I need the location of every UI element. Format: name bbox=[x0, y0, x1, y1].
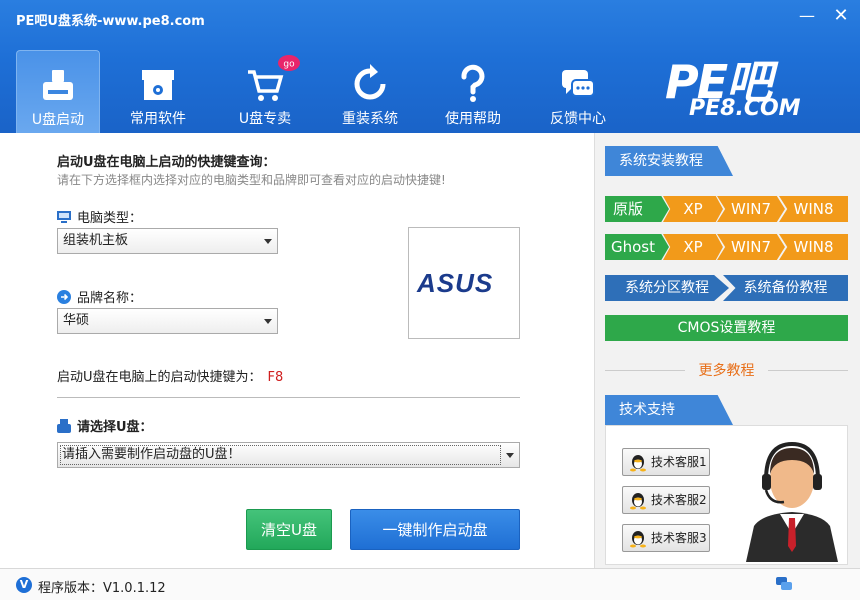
brand-logo-box: ASUS bbox=[408, 227, 520, 339]
tutorial-panel: 系统安装教程 原版 XP WIN7 WIN8 Ghost XP WIN7 WIN… bbox=[594, 133, 860, 568]
ghost-win7-button[interactable]: WIN7 bbox=[717, 234, 785, 260]
hotkey-query-subtitle: 请在下方选择框内选择对应的电脑类型和品牌即可查看对应的启动快捷键! bbox=[57, 173, 446, 187]
qq-penguin-icon bbox=[630, 531, 646, 548]
udisk-label: 请选择U盘： bbox=[57, 416, 153, 435]
original-win7-button[interactable]: WIN7 bbox=[717, 196, 785, 222]
nav-help[interactable]: 使用帮助 bbox=[431, 50, 515, 133]
hotkey-query-title: 启动U盘在电脑上启动的快捷键查询： bbox=[57, 155, 276, 170]
udisk-label-text: 请选择U盘： bbox=[77, 420, 153, 435]
usb-drive-icon bbox=[57, 418, 71, 433]
qq-penguin-icon bbox=[630, 493, 646, 510]
divider bbox=[57, 397, 520, 398]
brand-label-text: 品牌名称： bbox=[77, 291, 143, 306]
chevron-down-icon bbox=[506, 453, 514, 458]
cmos-tutorial-button[interactable]: CMOS设置教程 bbox=[605, 315, 848, 341]
ghost-xp-button[interactable]: XP bbox=[663, 234, 723, 260]
logo-url-text: PE8.COM bbox=[689, 96, 801, 121]
pc-type-label-text: 电脑类型： bbox=[77, 211, 143, 226]
clear-usb-button[interactable]: 清空U盘 bbox=[246, 509, 332, 550]
pc-type-value: 组装机主板 bbox=[63, 233, 129, 248]
original-label: 原版 bbox=[605, 196, 669, 222]
monitor-icon bbox=[57, 210, 71, 223]
qq-support-1-label: 技术客服1 bbox=[651, 455, 707, 469]
make-boot-disk-button[interactable]: 一键制作启动盘 bbox=[350, 509, 520, 550]
nav-label: U盘启动 bbox=[31, 112, 85, 128]
nav-label: 重装系统 bbox=[342, 111, 398, 127]
go-badge-icon: go bbox=[278, 55, 300, 71]
qq-support-2-label: 技术客服2 bbox=[651, 493, 707, 507]
chevron-down-icon bbox=[264, 239, 272, 244]
usb-drive-icon bbox=[43, 70, 73, 100]
arrow-circle-icon bbox=[57, 289, 71, 304]
go-badge-text: go bbox=[283, 60, 295, 70]
pc-type-select[interactable]: 组装机主板 bbox=[57, 228, 278, 254]
chat-icon[interactable] bbox=[776, 577, 792, 591]
hotkey-value: F8 bbox=[267, 370, 284, 385]
close-button[interactable]: ✕ bbox=[830, 6, 852, 26]
partition-tutorial-button[interactable]: 系统分区教程 bbox=[605, 275, 729, 301]
chevron-down-icon bbox=[264, 319, 272, 324]
original-win8-button[interactable]: WIN8 bbox=[779, 196, 848, 222]
customer-service-agent-icon bbox=[746, 441, 838, 562]
hotkey-result-label: 启动U盘在电脑上的启动快捷键为： bbox=[57, 370, 262, 385]
header-bar: PE吧U盘系统-www.pe8.com — ✕ U盘启动 常用软件 go U盘专… bbox=[0, 0, 860, 133]
udisk-select[interactable]: 请插入需要制作启动盘的U盘！ bbox=[57, 442, 520, 468]
udisk-select-focus bbox=[60, 445, 501, 465]
brand-select[interactable]: 华硕 bbox=[57, 308, 278, 334]
pe8-logo: PE吧 PE8.COM bbox=[665, 46, 840, 128]
qq-support-3-button[interactable]: 技术客服3 bbox=[622, 524, 710, 552]
qq-support-3-label: 技术客服3 bbox=[651, 531, 707, 545]
nav-feedback[interactable]: 反馈中心 bbox=[536, 50, 620, 133]
boot-panel: 启动U盘在电脑上启动的快捷键查询： 请在下方选择框内选择对应的电脑类型和品牌即可… bbox=[0, 133, 594, 568]
support-box: 技术客服1 技术客服2 技术客服3 bbox=[605, 425, 848, 565]
version-text: 程序版本：V1.0.1.12 bbox=[38, 581, 166, 596]
window-title: PE吧U盘系统-www.pe8.com bbox=[16, 14, 205, 29]
qq-penguin-icon bbox=[630, 455, 646, 472]
nav-software[interactable]: 常用软件 bbox=[116, 50, 200, 133]
qq-support-2-button[interactable]: 技术客服2 bbox=[622, 486, 710, 514]
backup-tutorial-button[interactable]: 系统备份教程 bbox=[723, 275, 848, 301]
minimize-button[interactable]: — bbox=[796, 6, 818, 26]
nav-reinstall[interactable]: 重装系统 bbox=[328, 50, 412, 133]
asus-logo: ASUS bbox=[417, 268, 494, 298]
nav-usb-boot[interactable]: U盘启动 bbox=[16, 50, 100, 133]
refresh-icon bbox=[354, 64, 386, 100]
install-tutorial-tab[interactable]: 系统安装教程 bbox=[605, 146, 733, 176]
ghost-label: Ghost bbox=[605, 234, 669, 260]
brand-label: 品牌名称： bbox=[57, 287, 142, 306]
hotkey-result: 启动U盘在电脑上的启动快捷键为： F8 bbox=[57, 366, 283, 385]
nav-label: U盘专卖 bbox=[238, 111, 292, 127]
qq-support-1-button[interactable]: 技术客服1 bbox=[622, 448, 710, 476]
software-box-icon bbox=[142, 70, 174, 100]
nav-label: 常用软件 bbox=[130, 111, 186, 127]
status-bar: V 程序版本：V1.0.1.12 bbox=[0, 568, 860, 600]
tech-support-tab: 技术支持 bbox=[605, 395, 733, 425]
more-tutorials-link[interactable]: 更多教程 bbox=[605, 360, 848, 380]
brand-value: 华硕 bbox=[63, 313, 90, 328]
original-xp-button[interactable]: XP bbox=[663, 196, 723, 222]
nav-usb-store[interactable]: go U盘专卖 bbox=[223, 50, 307, 133]
chat-bubble-icon bbox=[562, 70, 595, 97]
pc-type-label: 电脑类型： bbox=[57, 207, 142, 226]
nav-label: 使用帮助 bbox=[445, 111, 501, 127]
version-icon: V bbox=[16, 577, 32, 593]
ghost-win8-button[interactable]: WIN8 bbox=[779, 234, 848, 260]
nav-label: 反馈中心 bbox=[550, 111, 606, 127]
question-icon bbox=[461, 64, 485, 102]
